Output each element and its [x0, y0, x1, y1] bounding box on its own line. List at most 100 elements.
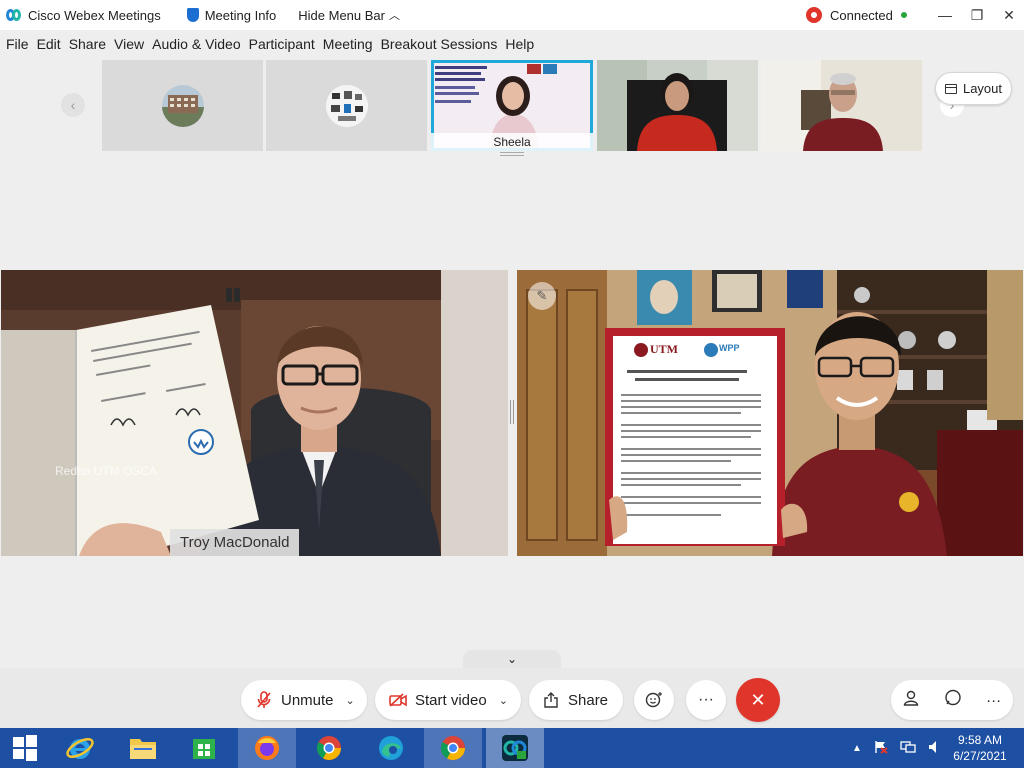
chevron-down-icon: ⌄ — [506, 652, 518, 666]
filmstrip-prev-button[interactable]: ‹ — [61, 93, 85, 117]
windows-taskbar: ▲ 9:58 AM 6/27/2021 — [0, 728, 1024, 768]
folder-icon — [130, 739, 156, 759]
shield-icon — [186, 8, 199, 22]
start-button[interactable] — [0, 728, 50, 768]
chat-icon — [945, 689, 962, 706]
start-video-button[interactable]: Start video ⌄ — [375, 680, 521, 720]
menu-bar: File Edit Share View Audio & Video Parti… — [0, 36, 536, 56]
record-icon[interactable] — [806, 7, 822, 23]
hide-menu-bar-label: Hide Menu Bar — [298, 7, 385, 23]
leave-meeting-button[interactable]: ✕ — [736, 678, 780, 722]
connection-status-label: Connected — [830, 7, 893, 23]
meeting-info-button[interactable]: Meeting Info — [186, 7, 277, 23]
participants-icon — [903, 690, 919, 706]
microphone-muted-icon — [257, 691, 271, 708]
meeting-info-label: Meeting Info — [204, 7, 277, 23]
avatar — [325, 84, 368, 127]
video-watermark: Redha UTM OSCA — [55, 464, 158, 478]
clock-date: 6/27/2021 — [953, 749, 1007, 763]
taskbar-chrome[interactable] — [300, 728, 358, 768]
taskbar-edge[interactable] — [362, 728, 420, 768]
video-options-chevron-icon[interactable]: ⌄ — [499, 694, 508, 707]
participant-thumbnail-5[interactable] — [761, 60, 922, 151]
avatar — [161, 84, 204, 127]
store-icon — [193, 739, 215, 759]
unmute-button[interactable]: Unmute ⌄ — [241, 680, 367, 720]
thumbnail-name-label: Sheela — [431, 133, 593, 151]
menu-participant[interactable]: Participant — [249, 36, 315, 56]
participant-video — [517, 270, 1023, 556]
minimize-button[interactable]: — — [930, 0, 960, 30]
more-options-button[interactable]: ··· — [686, 680, 726, 720]
taskbar-internet-explorer[interactable] — [51, 728, 109, 768]
participants-button[interactable] — [903, 690, 921, 710]
menu-file[interactable]: File — [6, 36, 29, 56]
participant-video — [761, 60, 922, 151]
layout-button[interactable]: Layout — [935, 72, 1012, 105]
taskbar-store[interactable] — [175, 728, 233, 768]
layout-icon — [944, 83, 957, 94]
connected-indicator-icon — [900, 12, 907, 18]
more-options-icon: ··· — [986, 691, 1002, 709]
chrome-icon — [440, 736, 465, 761]
unmute-label: Unmute — [281, 691, 334, 709]
menu-share[interactable]: Share — [69, 36, 106, 56]
participant-thumbnail-1[interactable] — [102, 60, 263, 151]
app-title-group: Cisco Webex Meetings — [0, 8, 161, 23]
participant-thumbnail-4[interactable] — [597, 60, 758, 151]
menu-view[interactable]: View — [114, 36, 144, 56]
video-split-handle[interactable] — [510, 400, 514, 424]
webex-logo-icon — [6, 9, 22, 21]
clock-time: 9:58 AM — [957, 733, 1003, 747]
start-video-label: Start video — [415, 691, 487, 709]
taskbar-clock[interactable]: 9:58 AM 6/27/2021 — [945, 732, 1015, 764]
taskbar-file-explorer[interactable] — [114, 728, 172, 768]
unmute-options-chevron-icon[interactable]: ⌄ — [346, 694, 355, 707]
webex-app-icon — [502, 735, 528, 761]
close-window-button[interactable]: ✕ — [994, 0, 1024, 30]
share-button[interactable]: Share — [529, 680, 623, 720]
action-center-flag-icon[interactable] — [874, 740, 888, 757]
restore-button[interactable]: ❐ — [962, 0, 992, 30]
close-icon: ✕ — [750, 689, 766, 710]
chevron-up-icon: ︿ — [388, 10, 400, 22]
document-logo-utm: UTM — [650, 342, 678, 356]
system-tray: ▲ — [852, 728, 942, 768]
menu-audio-video[interactable]: Audio & Video — [152, 36, 240, 56]
taskbar-chrome-active[interactable] — [424, 728, 482, 768]
participant-video — [597, 60, 758, 151]
network-icon[interactable] — [900, 740, 916, 757]
menu-meeting[interactable]: Meeting — [323, 36, 373, 56]
taskbar-firefox[interactable] — [238, 728, 296, 768]
show-hidden-icons-button[interactable]: ▲ — [852, 743, 862, 754]
document-logo-wpp: WPP — [719, 343, 740, 353]
internet-explorer-icon — [66, 738, 94, 759]
hide-menu-bar-button[interactable]: Hide Menu Bar ︿ — [298, 7, 400, 23]
smiley-icon — [645, 692, 662, 708]
share-label: Share — [568, 691, 609, 709]
volume-icon[interactable] — [928, 740, 942, 757]
edge-icon — [379, 736, 403, 760]
video-pane-right[interactable]: UTM WPP — [517, 270, 1023, 556]
menu-breakout-sessions[interactable]: Breakout Sessions — [381, 36, 498, 56]
chrome-icon — [316, 736, 341, 761]
filmstrip-resize-handle[interactable] — [500, 152, 524, 156]
app-title: Cisco Webex Meetings — [28, 7, 161, 23]
video-off-icon — [389, 693, 407, 707]
video-pane-troy[interactable]: Redha UTM OSCA Troy MacDonald — [1, 270, 508, 556]
meeting-control-bar: Unmute ⌄ Start video ⌄ Share ··· ✕ ··· — [0, 668, 1024, 728]
chat-button[interactable] — [944, 689, 962, 711]
reactions-button[interactable] — [634, 680, 674, 720]
pin-icon[interactable]: ✎ — [528, 282, 556, 310]
panel-more-button[interactable]: ··· — [986, 692, 1001, 709]
menu-edit[interactable]: Edit — [37, 36, 61, 56]
connection-status: Connected — [806, 7, 907, 23]
participant-video — [1, 270, 508, 556]
windows-logo-icon — [13, 735, 37, 761]
participant-thumbnail-sheela[interactable]: Sheela — [431, 60, 593, 151]
menu-help[interactable]: Help — [505, 36, 534, 56]
collapse-controls-button[interactable]: ⌄ — [463, 650, 561, 668]
panel-button-group: ··· — [891, 680, 1013, 720]
participant-thumbnail-2[interactable] — [266, 60, 427, 151]
taskbar-webex[interactable] — [486, 728, 544, 768]
